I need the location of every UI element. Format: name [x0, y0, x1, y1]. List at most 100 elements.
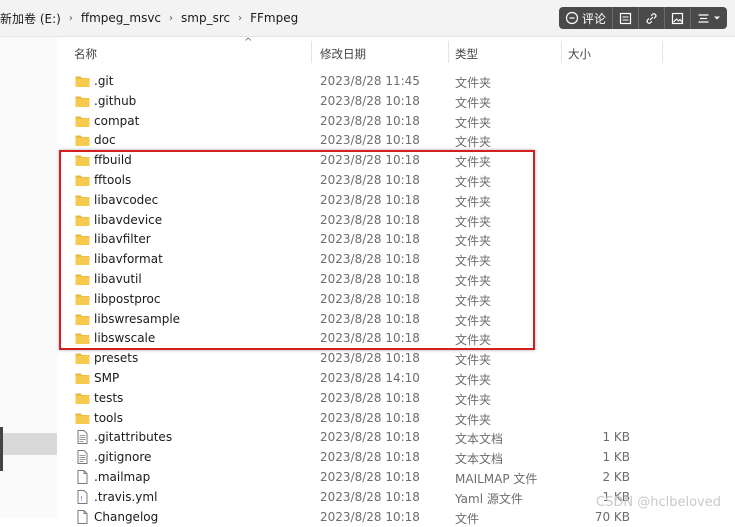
file-name: doc: [94, 133, 116, 148]
file-date: 2023/8/28 10:18: [320, 410, 420, 425]
comment-label: 评论: [581, 11, 606, 26]
chevron-right-icon[interactable]: ›: [69, 13, 73, 24]
file-size: 1 KB: [602, 430, 630, 445]
file-type: 文本文档: [455, 432, 504, 447]
folder-icon: [75, 371, 90, 385]
folder-icon: [75, 133, 90, 147]
file-row[interactable]: presets 2023/8/28 10:18 文件夹: [58, 348, 735, 368]
file-row[interactable]: .mailmap 2023/8/28 10:18 MAILMAP 文件 2 KB: [58, 467, 735, 487]
sidebar-scroll-indicator[interactable]: [0, 427, 3, 471]
note-button[interactable]: [613, 7, 639, 29]
file-row[interactable]: tests 2023/8/28 10:18 文件夹: [58, 388, 735, 408]
column-header-name[interactable]: 名称: [74, 46, 97, 62]
file-type: 文件夹: [455, 392, 492, 407]
file-date: 2023/8/28 10:18: [320, 351, 420, 366]
file-name: tests: [94, 390, 124, 405]
chevron-right-icon[interactable]: ›: [169, 13, 173, 24]
file-size: 1 KB: [602, 450, 630, 465]
column-header-size[interactable]: 大小: [568, 46, 591, 62]
file-name: .git: [94, 74, 114, 88]
file-name: .github: [94, 93, 137, 108]
note-icon: [619, 12, 632, 24]
caret-down-icon: [714, 16, 720, 20]
file-date: 2023/8/28 10:18: [320, 470, 420, 484]
file-row[interactable]: .gitattributes 2023/8/28 10:18 文本文档 1 KB: [58, 427, 735, 447]
folder-icon: [75, 411, 90, 425]
file-icon: [75, 470, 90, 484]
file-type: 文件夹: [455, 135, 492, 150]
file-name: .gitattributes: [94, 430, 173, 445]
file-row[interactable]: doc 2023/8/28 10:18 文件夹: [58, 130, 735, 150]
file-name: .travis.yml: [94, 489, 158, 504]
image-icon: [671, 12, 684, 24]
column-divider[interactable]: [561, 41, 562, 63]
column-divider[interactable]: [448, 41, 449, 63]
folder-icon: [75, 94, 90, 108]
navigation-pane: [0, 37, 57, 518]
text-file-icon: [75, 430, 90, 445]
file-row[interactable]: tools 2023/8/28 10:18 文件夹: [58, 408, 735, 428]
file-date: 2023/8/28 10:18: [320, 450, 420, 465]
file-date: 2023/8/28 10:18: [320, 430, 420, 445]
file-icon: [75, 509, 90, 524]
breadcrumb-ffmpeg-msvc[interactable]: ffmpeg_msvc: [81, 11, 161, 25]
file-name: SMP: [94, 371, 120, 385]
folder-icon: [75, 351, 90, 365]
file-name: .mailmap: [94, 470, 151, 484]
folder-icon: [75, 114, 90, 128]
file-date: 2023/8/28 10:18: [320, 113, 420, 128]
file-date: 2023/8/28 10:18: [320, 133, 420, 148]
file-date: 2023/8/28 14:10: [320, 371, 420, 385]
folder-icon: [75, 74, 90, 88]
column-header-type[interactable]: 类型: [455, 46, 478, 62]
file-date: 2023/8/28 10:18: [320, 489, 420, 504]
file-row[interactable]: compat 2023/8/28 10:18 文件夹: [58, 111, 735, 131]
file-type: 文件夹: [455, 76, 492, 90]
svg-text:!: !: [80, 494, 83, 502]
floating-toolbar: 评论: [558, 7, 727, 29]
comment-button[interactable]: 评论: [559, 7, 613, 29]
image-button[interactable]: [665, 7, 691, 29]
sort-ascending-icon: ^: [244, 37, 253, 48]
watermark: CSDN @hclbeloved: [596, 495, 721, 510]
file-row[interactable]: .github 2023/8/28 10:18 文件夹: [58, 91, 735, 111]
file-name: presets: [94, 351, 139, 366]
link-button[interactable]: [639, 7, 665, 29]
align-menu-button[interactable]: [691, 7, 727, 29]
file-size: 2 KB: [602, 470, 630, 484]
file-type: 文件夹: [455, 373, 492, 387]
column-divider[interactable]: [662, 41, 663, 63]
file-name: compat: [94, 113, 140, 128]
file-date: 2023/8/28 10:18: [320, 509, 420, 524]
sidebar-selected-item[interactable]: [0, 433, 57, 455]
file-type: 文件夹: [455, 353, 492, 368]
file-type: 文件: [455, 511, 480, 526]
file-row[interactable]: SMP 2023/8/28 14:10 文件夹: [58, 368, 735, 388]
column-header-row: ^ 名称 修改日期 类型 大小: [58, 37, 735, 67]
file-date: 2023/8/28 11:45: [320, 74, 420, 88]
column-divider[interactable]: [311, 41, 312, 63]
breadcrumb-drive[interactable]: 新加卷 (E:): [0, 10, 61, 27]
yaml-file-icon: !: [75, 489, 90, 504]
file-date: 2023/8/28 10:18: [320, 390, 420, 405]
file-row[interactable]: .gitignore 2023/8/28 10:18 文本文档 1 KB: [58, 447, 735, 467]
file-name: Changelog: [94, 509, 159, 524]
breadcrumb-ffmpeg[interactable]: FFmpeg: [250, 11, 298, 25]
link-icon: [646, 12, 657, 24]
file-type: 文本文档: [455, 452, 504, 467]
highlight-annotation-box: [59, 150, 535, 350]
file-type: 文件夹: [455, 95, 492, 110]
file-name: .gitignore: [94, 450, 152, 465]
file-type: 文件夹: [455, 115, 492, 130]
chevron-right-icon[interactable]: ›: [238, 13, 242, 24]
text-file-icon: [75, 450, 90, 465]
file-type: 文件夹: [455, 412, 492, 427]
file-type: MAILMAP 文件: [455, 472, 538, 486]
file-name: tools: [94, 410, 123, 425]
file-row[interactable]: .git 2023/8/28 11:45 文件夹: [58, 71, 735, 91]
column-header-date[interactable]: 修改日期: [320, 46, 366, 62]
breadcrumb-smp-src[interactable]: smp_src: [181, 11, 230, 25]
folder-icon: [75, 391, 90, 405]
file-size: 70 KB: [594, 509, 630, 524]
file-date: 2023/8/28 10:18: [320, 93, 420, 108]
